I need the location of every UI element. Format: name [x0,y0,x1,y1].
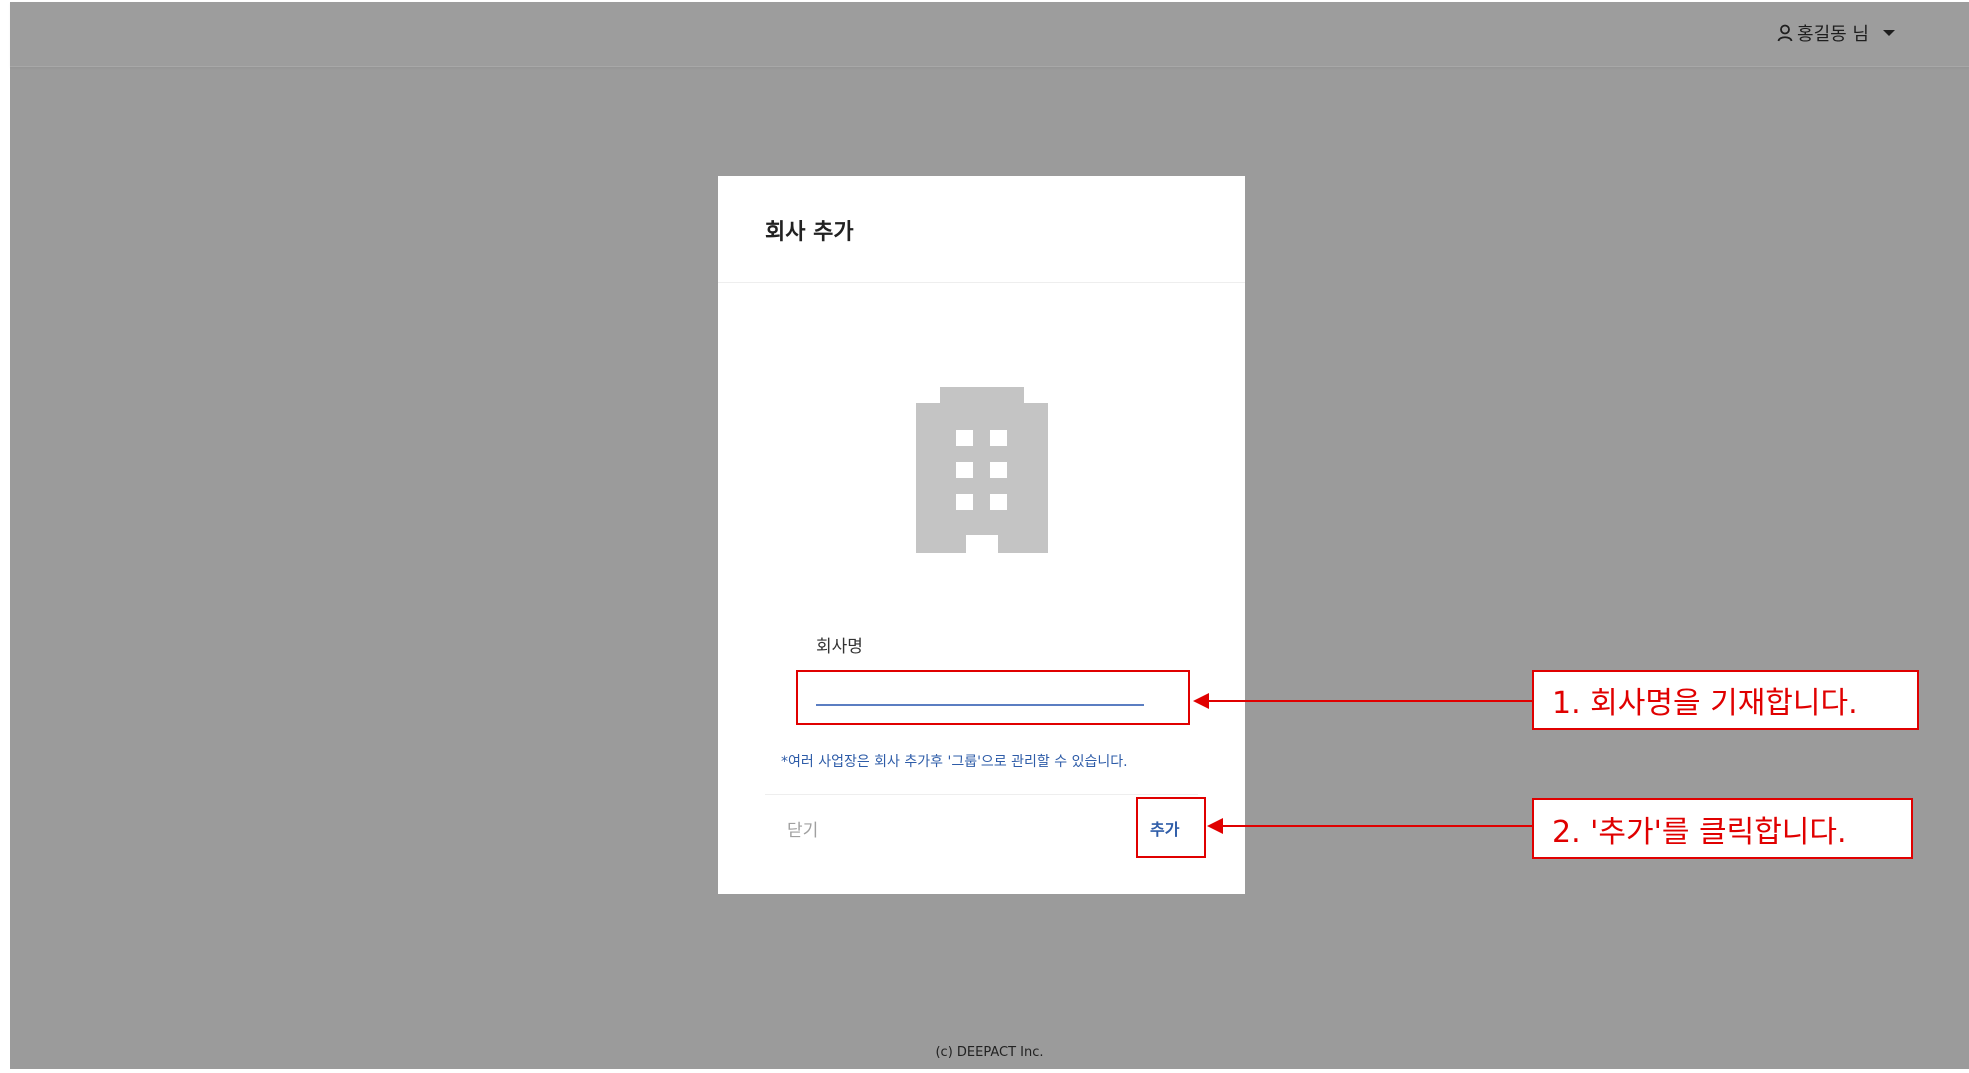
caret-down-icon[interactable] [1883,30,1895,36]
dialog-header: 회사 추가 [718,176,1245,283]
user-name: 홍길동 님 [1797,24,1869,45]
copyright-text: (c) DEEPACT Inc. [935,1045,1044,1060]
close-button[interactable]: 닫기 [787,816,818,841]
step-1-callout: 1. 회사명을 기재합니다. [1532,670,1919,730]
user-icon [1777,24,1793,42]
user-menu[interactable]: 홍길동 님 [1777,20,1895,46]
arrow-2-line [1221,825,1533,827]
company-name-label: 회사명 [816,637,863,657]
dialog-title: 회사 추가 [765,220,854,245]
group-hint-text: *여러 사업장은 회사 추가후 '그룹'으로 관리할 수 있습니다. [781,754,1128,770]
input-highlight-box [796,670,1190,725]
top-bar: 홍길동 님 [10,2,1969,67]
add-company-dialog: 회사 추가 회사명 *여러 사업장은 회사 추가후 '그룹'으로 관리할 수 있… [718,176,1245,894]
step-2-callout: 2. '추가'를 클릭합니다. [1532,798,1913,859]
footer-divider [765,794,1198,795]
arrow-1-line [1207,700,1533,702]
add-button-highlight-box [1136,797,1206,858]
building-icon [916,387,1048,557]
